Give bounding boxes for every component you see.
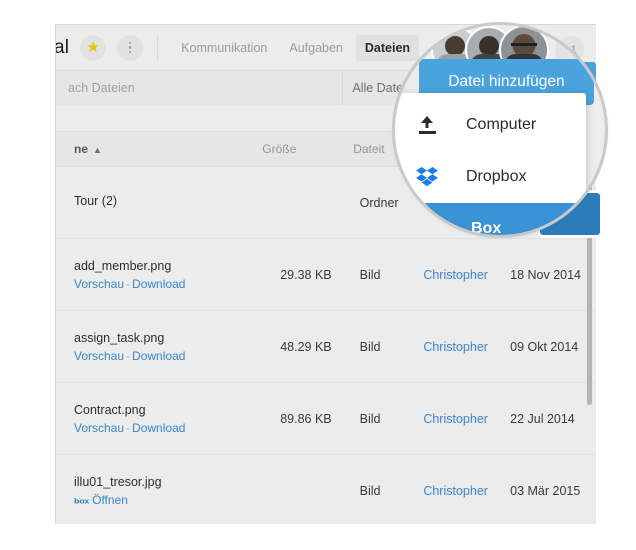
preview-link[interactable]: Vorschau (74, 421, 124, 435)
download-link[interactable]: Download (132, 349, 185, 363)
file-name-cell: Tour (2) (74, 193, 118, 208)
file-actions: box Öffnen (74, 493, 128, 507)
menu-item-label: Box (471, 220, 502, 235)
caret-up-icon: ▲ (93, 145, 102, 155)
preview-link[interactable]: Vorschau (74, 277, 124, 291)
magnifier-lens: +1 Datei hinzufügen Computer Dropbox box… (395, 25, 605, 235)
menu-item-box[interactable]: box Box (395, 203, 581, 235)
file-actions: Vorschau · Download (74, 420, 186, 435)
menu-item-label: Dropbox (466, 168, 527, 185)
file-date-cell: 18 Nov 2014 (510, 267, 582, 282)
column-header-name[interactable]: ne ▲ (56, 142, 262, 156)
file-date-cell: 03 Mär 2015 (510, 483, 581, 498)
upload-icon (416, 116, 438, 134)
page-title: al (55, 36, 70, 58)
file-type-cell: Bild (359, 411, 381, 426)
add-file-dropdown-menu: Computer Dropbox box Box (395, 93, 586, 235)
menu-item-label: Computer (466, 116, 537, 133)
open-link[interactable]: Öffnen (92, 493, 128, 507)
search-placeholder: ach Dateien (68, 81, 135, 95)
file-size-cell: 89.86 KB (280, 411, 332, 426)
search-input[interactable]: ach Dateien (56, 71, 343, 105)
menu-item-dropbox[interactable]: Dropbox (395, 151, 586, 203)
file-actions: Vorschau · Download (74, 348, 186, 363)
column-header-size[interactable]: Größe (262, 142, 353, 156)
table-row[interactable]: Contract.png Vorschau · Download 89.86 KB … (56, 383, 596, 455)
star-icon: ★ (86, 39, 100, 56)
preview-link[interactable]: Vorschau (74, 349, 124, 363)
file-type-cell: Bild (359, 483, 381, 498)
file-name-cell: Contract.png Vorschau · Download (74, 402, 186, 435)
file-size-cell: 29.38 KB (280, 267, 332, 282)
download-link[interactable]: Download (132, 421, 185, 435)
header-divider (157, 34, 159, 61)
file-type-cell: Bild (359, 267, 381, 282)
file-owner-cell[interactable]: Christopher (419, 412, 510, 426)
magnified-add-file-label: Datei hinzufügen (448, 73, 565, 90)
favorite-button[interactable]: ★ (80, 34, 107, 61)
box-icon: box (74, 496, 90, 505)
file-name-cell: assign_task.png Vorschau · Download (74, 330, 186, 363)
tab-bar: Kommunikation Aufgaben Dateien (172, 34, 420, 61)
file-name-cell: illu01_tresor.jpg box Öffnen (74, 474, 162, 507)
file-owner-cell[interactable]: Christopher (419, 340, 510, 354)
file-size-cell: 48.29 KB (280, 339, 332, 354)
tab-dateien[interactable]: Dateien (355, 34, 420, 61)
file-owner-cell[interactable]: Christopher (419, 268, 510, 282)
menu-item-computer[interactable]: Computer (395, 99, 586, 151)
file-actions: Vorschau · Download (74, 276, 186, 291)
table-row[interactable]: add_member.png Vorschau · Download 29.38 K… (56, 239, 596, 311)
more-vertical-icon (128, 41, 132, 54)
dropbox-icon (416, 167, 438, 187)
download-link[interactable]: Download (132, 277, 185, 291)
table-row[interactable]: illu01_tresor.jpg box Öffnen Bild Christo… (56, 455, 596, 524)
more-options-button[interactable] (117, 34, 144, 61)
file-date-cell: 22 Jul 2014 (510, 411, 575, 426)
screenshot-root: al ★ Kommunikation Aufgaben Dateien +1 (0, 0, 636, 550)
file-owner-cell[interactable]: Christopher (419, 484, 510, 498)
file-type-cell: Bild (359, 339, 381, 354)
table-row[interactable]: assign_task.png Vorschau · Download 48.29 … (56, 311, 596, 383)
box-icon: box (422, 224, 442, 234)
tab-kommunikation[interactable]: Kommunikation (172, 35, 276, 61)
tab-aufgaben[interactable]: Aufgaben (280, 35, 352, 61)
file-date-cell: 09 Okt 2014 (510, 339, 579, 354)
file-name-cell: add_member.png Vorschau · Download (74, 258, 186, 291)
